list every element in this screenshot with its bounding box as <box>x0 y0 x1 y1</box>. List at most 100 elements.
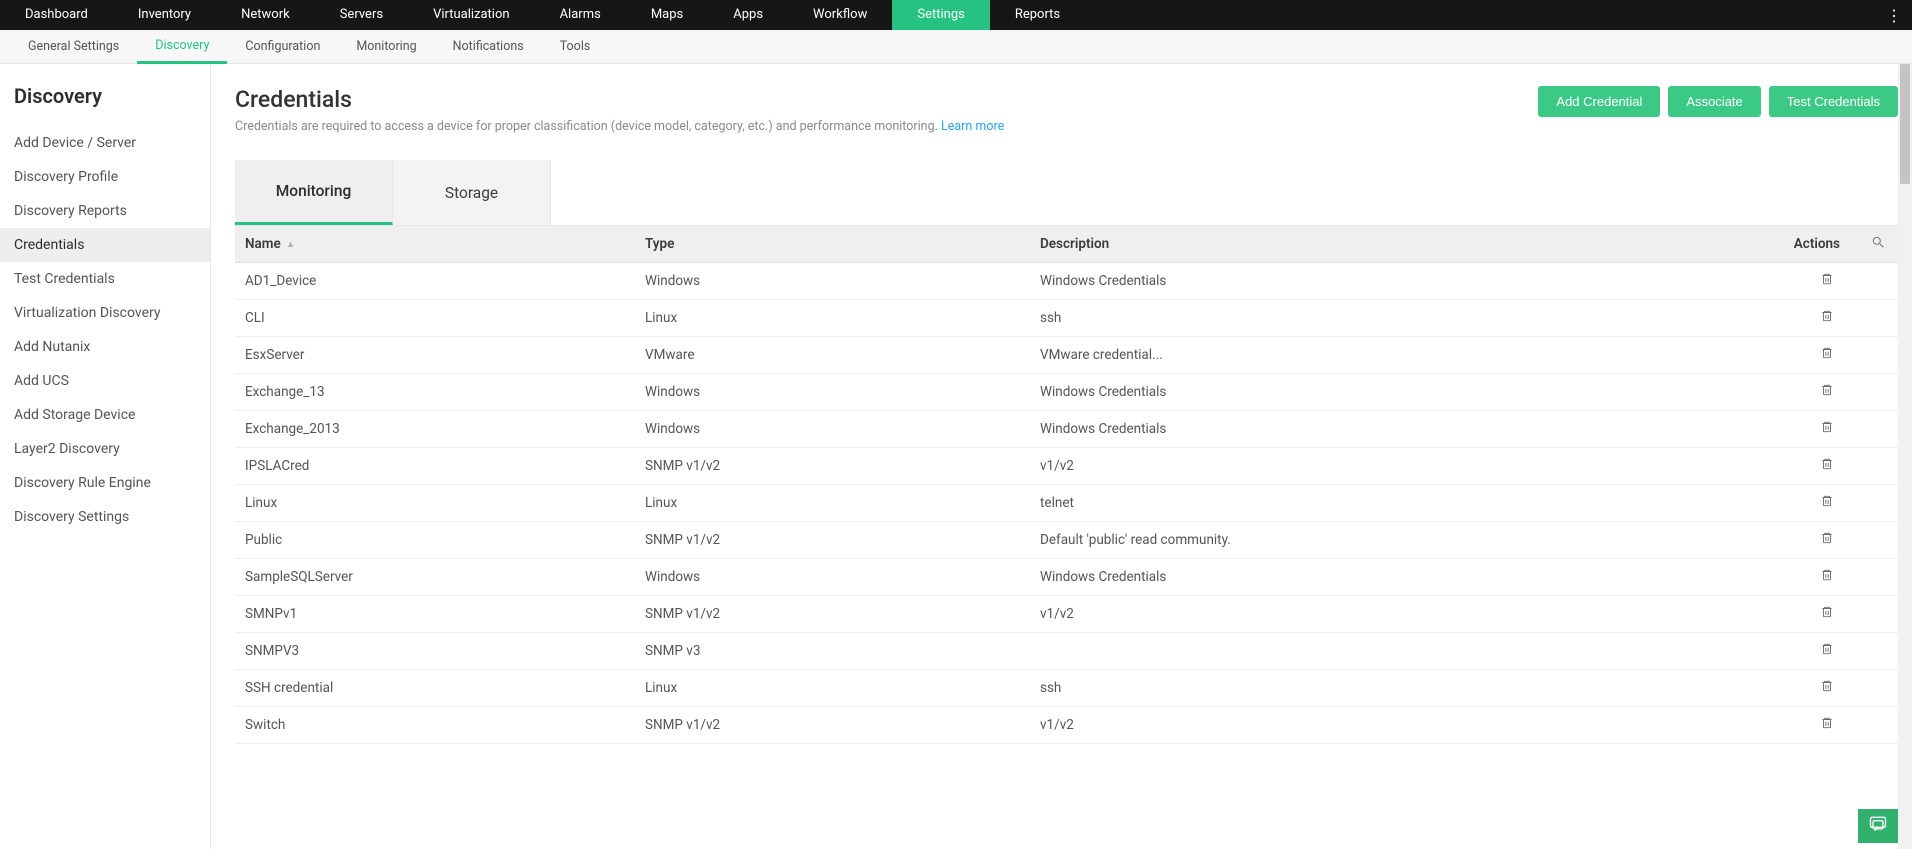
chat-fab[interactable] <box>1858 809 1898 843</box>
associate-button[interactable]: Associate <box>1668 86 1760 117</box>
credentials-table: Name ▲ Type Description Actions AD1_Devi… <box>235 226 1898 744</box>
cell-actions <box>1768 633 1858 670</box>
table-row[interactable]: Exchange_2013WindowsWindows Credentials <box>235 411 1898 448</box>
delete-icon[interactable] <box>1820 681 1834 697</box>
search-icon[interactable] <box>1871 237 1885 253</box>
table-row[interactable]: SSH credentialLinuxssh <box>235 670 1898 707</box>
sidebar-item-add-ucs[interactable]: Add UCS <box>0 364 210 398</box>
sidebar-item-discovery-reports[interactable]: Discovery Reports <box>0 194 210 228</box>
nav-virtualization[interactable]: Virtualization <box>408 0 535 30</box>
cell-name: SMNPv1 <box>235 596 635 633</box>
table-row[interactable]: CLILinuxssh <box>235 300 1898 337</box>
nav-network[interactable]: Network <box>216 0 315 30</box>
cell-actions <box>1768 707 1858 744</box>
sidebar-item-discovery-profile[interactable]: Discovery Profile <box>0 160 210 194</box>
table-row[interactable]: Exchange_13WindowsWindows Credentials <box>235 374 1898 411</box>
table-row[interactable]: SNMPV3SNMP v3 <box>235 633 1898 670</box>
delete-icon[interactable] <box>1820 348 1834 364</box>
cell-name: AD1_Device <box>235 263 635 300</box>
cell-description: Default 'public' read community. <box>1030 522 1768 559</box>
learn-more-link[interactable]: Learn more <box>941 119 1004 134</box>
cell-type: SNMP v1/v2 <box>635 522 1030 559</box>
sidebar-item-test-credentials[interactable]: Test Credentials <box>0 262 210 296</box>
page-title: Credentials <box>235 86 1538 113</box>
table-row[interactable]: EsxServerVMwareVMware credential... <box>235 337 1898 374</box>
cell-name: SSH credential <box>235 670 635 707</box>
table-row[interactable]: IPSLACredSNMP v1/v2v1/v2 <box>235 448 1898 485</box>
delete-icon[interactable] <box>1820 311 1834 327</box>
nav-settings[interactable]: Settings <box>892 0 989 30</box>
cell-description: ssh <box>1030 300 1768 337</box>
action-buttons: Add Credential Associate Test Credential… <box>1538 86 1898 117</box>
sidebar-item-discovery-settings[interactable]: Discovery Settings <box>0 500 210 534</box>
delete-icon[interactable] <box>1820 570 1834 586</box>
cell-type: Windows <box>635 263 1030 300</box>
delete-icon[interactable] <box>1820 718 1834 734</box>
nav-alarms[interactable]: Alarms <box>535 0 626 30</box>
nav-maps[interactable]: Maps <box>626 0 708 30</box>
body: Discovery Add Device / ServerDiscovery P… <box>0 64 1912 849</box>
col-search[interactable] <box>1858 226 1898 263</box>
sub-nav: General SettingsDiscoveryConfigurationMo… <box>0 30 1912 64</box>
test-credentials-button[interactable]: Test Credentials <box>1769 86 1898 117</box>
cell-type: SNMP v3 <box>635 633 1030 670</box>
subnav-configuration[interactable]: Configuration <box>227 30 338 64</box>
cell-description: Windows Credentials <box>1030 559 1768 596</box>
nav-workflow[interactable]: Workflow <box>788 0 892 30</box>
cell-type: Windows <box>635 411 1030 448</box>
cell-description: v1/v2 <box>1030 707 1768 744</box>
cell-actions <box>1768 337 1858 374</box>
sidebar-title: Discovery <box>14 84 210 108</box>
more-menu-icon[interactable]: ⋮ <box>1876 6 1912 25</box>
cell-spacer <box>1858 411 1898 448</box>
delete-icon[interactable] <box>1820 644 1834 660</box>
cell-actions <box>1768 300 1858 337</box>
cell-spacer <box>1858 263 1898 300</box>
cell-name: CLI <box>235 300 635 337</box>
tab-monitoring[interactable]: Monitoring <box>235 160 393 225</box>
sidebar-item-add-device-server[interactable]: Add Device / Server <box>0 126 210 160</box>
sidebar-item-discovery-rule-engine[interactable]: Discovery Rule Engine <box>0 466 210 500</box>
subnav-general-settings[interactable]: General Settings <box>10 30 137 64</box>
sidebar-item-add-storage-device[interactable]: Add Storage Device <box>0 398 210 432</box>
col-type[interactable]: Type <box>635 226 1030 263</box>
delete-icon[interactable] <box>1820 459 1834 475</box>
nav-dashboard[interactable]: Dashboard <box>0 0 113 30</box>
nav-servers[interactable]: Servers <box>315 0 408 30</box>
subnav-notifications[interactable]: Notifications <box>435 30 542 64</box>
table-row[interactable]: SMNPv1SNMP v1/v2v1/v2 <box>235 596 1898 633</box>
nav-apps[interactable]: Apps <box>708 0 788 30</box>
nav-reports[interactable]: Reports <box>990 0 1085 30</box>
add-credential-button[interactable]: Add Credential <box>1538 86 1660 117</box>
sidebar-item-credentials[interactable]: Credentials <box>0 228 210 262</box>
table-row[interactable]: LinuxLinuxtelnet <box>235 485 1898 522</box>
tab-storage[interactable]: Storage <box>393 160 551 225</box>
sidebar-item-add-nutanix[interactable]: Add Nutanix <box>0 330 210 364</box>
subnav-monitoring[interactable]: Monitoring <box>338 30 434 64</box>
nav-inventory[interactable]: Inventory <box>113 0 216 30</box>
sidebar-item-layer2-discovery[interactable]: Layer2 Discovery <box>0 432 210 466</box>
subnav-discovery[interactable]: Discovery <box>137 30 227 64</box>
table-row[interactable]: SampleSQLServerWindowsWindows Credential… <box>235 559 1898 596</box>
cell-name: IPSLACred <box>235 448 635 485</box>
scrollbar[interactable] <box>1898 64 1912 849</box>
delete-icon[interactable] <box>1820 274 1834 290</box>
delete-icon[interactable] <box>1820 496 1834 512</box>
table-row[interactable]: PublicSNMP v1/v2Default 'public' read co… <box>235 522 1898 559</box>
cell-actions <box>1768 670 1858 707</box>
cell-spacer <box>1858 485 1898 522</box>
cell-description: telnet <box>1030 485 1768 522</box>
cell-type: Linux <box>635 485 1030 522</box>
col-name[interactable]: Name ▲ <box>235 226 635 263</box>
table-row[interactable]: SwitchSNMP v1/v2v1/v2 <box>235 707 1898 744</box>
sidebar-item-virtualization-discovery[interactable]: Virtualization Discovery <box>0 296 210 330</box>
cell-spacer <box>1858 707 1898 744</box>
delete-icon[interactable] <box>1820 607 1834 623</box>
table-row[interactable]: AD1_DeviceWindowsWindows Credentials <box>235 263 1898 300</box>
delete-icon[interactable] <box>1820 422 1834 438</box>
col-description[interactable]: Description <box>1030 226 1768 263</box>
delete-icon[interactable] <box>1820 385 1834 401</box>
scrollbar-thumb[interactable] <box>1900 64 1910 184</box>
delete-icon[interactable] <box>1820 533 1834 549</box>
subnav-tools[interactable]: Tools <box>542 30 609 64</box>
